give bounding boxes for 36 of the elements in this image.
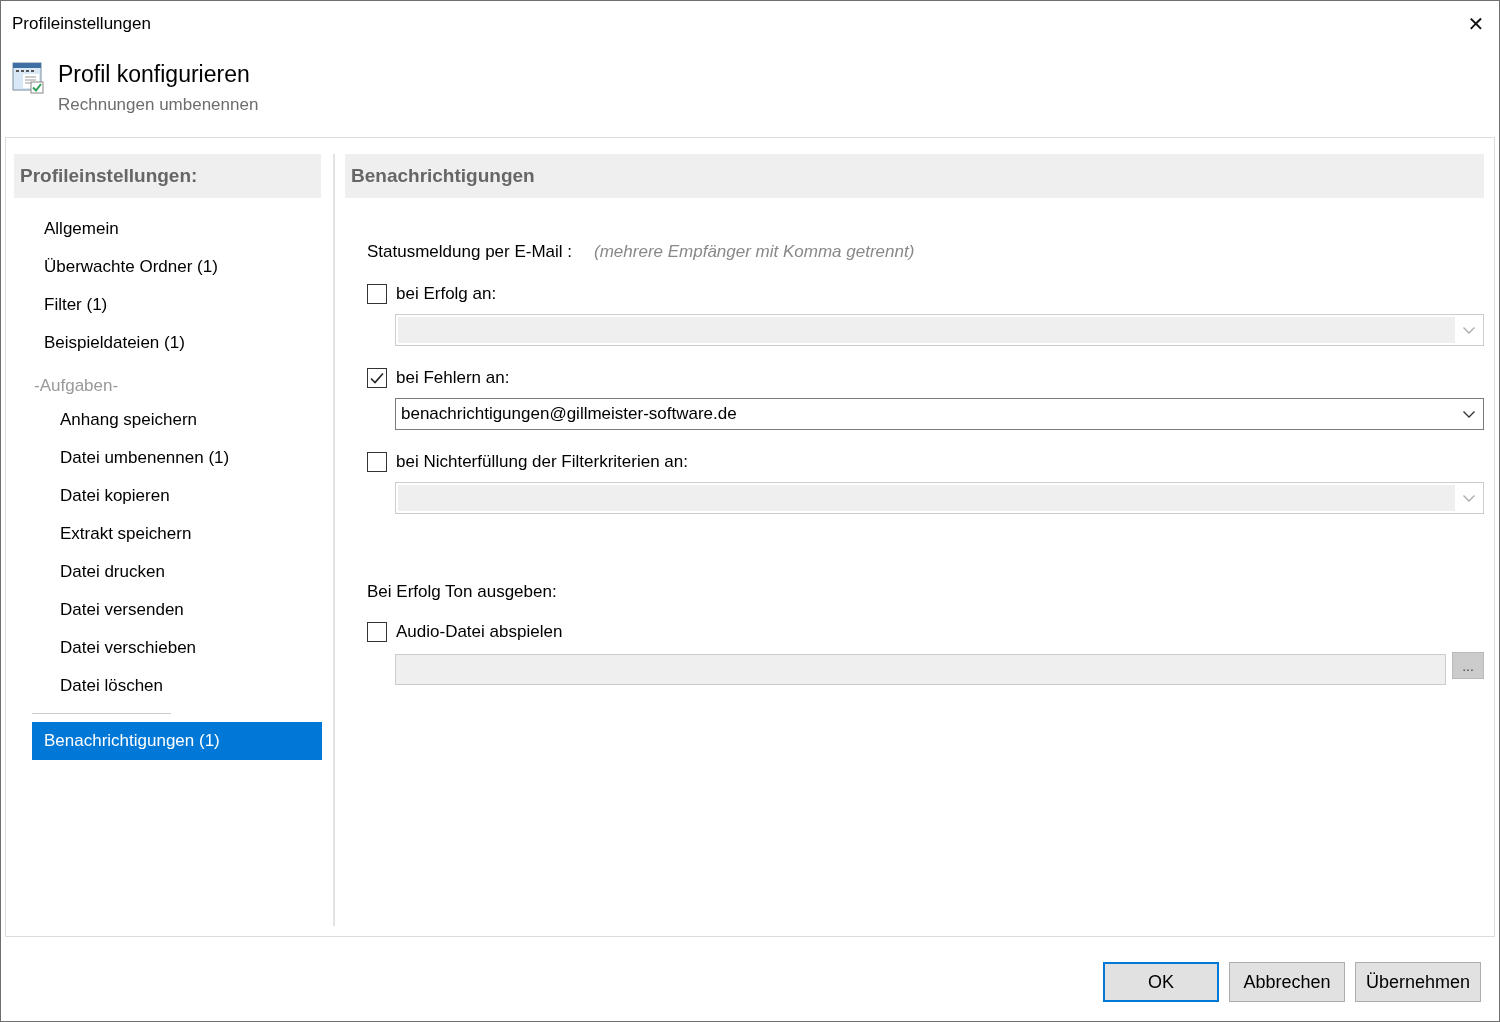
email-label: Statusmeldung per E-Mail : [367, 242, 573, 262]
sidebar-item[interactable]: Anhang speichern [48, 401, 210, 439]
checkbox[interactable] [367, 368, 387, 388]
chevron-down-icon [1463, 410, 1475, 418]
chevron-down-icon [1463, 326, 1475, 334]
sound-label: Bei Erfolg Ton ausgeben: [367, 582, 558, 602]
sidebar-item[interactable]: Datei kopieren [48, 477, 182, 515]
sidebar-item[interactable]: Datei versenden [48, 591, 196, 629]
dialog-subtitle: Rechnungen umbenennen [58, 95, 259, 115]
sidebar-item[interactable]: Datei umbenennen (1) [48, 439, 242, 477]
sidebar-item[interactable]: Datei löschen [48, 667, 175, 705]
window-title: Profileinstellungen [12, 13, 151, 34]
sidebar-header: Profileinstellungen: [14, 154, 321, 198]
window-check-icon [12, 62, 44, 94]
group-label: -Aufgaben- [34, 376, 119, 396]
sidebar-item[interactable]: Filter (1) [32, 286, 120, 324]
sidebar-item[interactable]: Datei verschieben [48, 629, 209, 667]
dialog-button[interactable]: OK [1103, 962, 1219, 1002]
sidebar-item[interactable]: Benachrichtigungen (1) [32, 722, 322, 760]
dialog-button[interactable]: Übernehmen [1355, 962, 1481, 1002]
sidebar-item[interactable]: Datei drucken [48, 553, 177, 591]
chevron-down-icon [1463, 494, 1475, 502]
hint-text: (mehrere Empfänger mit Komma getrennt) [594, 242, 915, 262]
checkbox-label: bei Fehlern an: [396, 368, 510, 388]
checkbox-label: bei Erfolg an: [396, 284, 497, 304]
checkbox-label: bei Nichterfüllung der Filterkriterien an: [396, 452, 688, 472]
dropdown-field[interactable]: benachrichtigungen@gillmeister-software.de [395, 398, 1484, 430]
close-button[interactable]: ✕ [1453, 1, 1499, 46]
checkbox-label: Audio-Datei abspielen [396, 622, 563, 642]
dialog-heading: Profil konfigurieren [58, 61, 250, 88]
sidebar-item[interactable]: Überwachte Ordner (1) [32, 248, 230, 286]
sidebar-item[interactable]: Beispieldateien (1) [32, 324, 197, 362]
section-header: Benachrichtigungen [345, 154, 1484, 198]
sidebar-item[interactable]: Extrakt speichern [48, 515, 204, 553]
dialog-button[interactable]: Abbrechen [1229, 962, 1345, 1002]
sidebar-item[interactable]: Allgemein [32, 210, 131, 248]
